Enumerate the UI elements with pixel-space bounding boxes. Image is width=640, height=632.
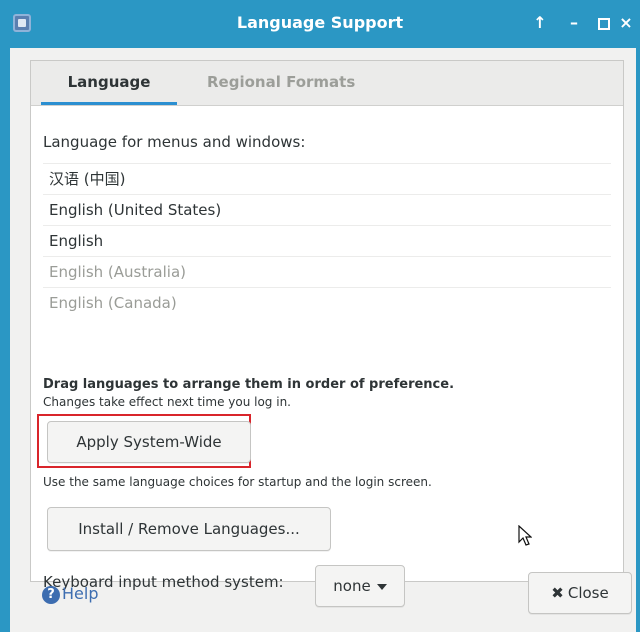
help-label: Help: [62, 584, 99, 603]
effect-hint: Changes take effect next time you log in…: [43, 395, 291, 409]
language-item[interactable]: 汉语 (中国): [43, 163, 611, 194]
mouse-pointer-icon: [518, 525, 532, 546]
close-icon: ✖: [551, 584, 564, 602]
tab-regional-formats[interactable]: Regional Formats: [207, 61, 355, 105]
close-button[interactable]: ✖ Close: [528, 572, 632, 614]
language-item[interactable]: English: [43, 225, 611, 256]
close-window-button[interactable]: ×: [614, 11, 638, 35]
keyboard-input-value: none: [333, 577, 371, 595]
window-frame-left: [0, 48, 10, 632]
keep-above-button[interactable]: ↑: [528, 11, 552, 35]
language-item[interactable]: English (United States): [43, 194, 611, 225]
keyboard-input-dropdown[interactable]: none: [315, 565, 405, 607]
close-label: Close: [567, 584, 609, 602]
chevron-down-icon: [376, 583, 387, 590]
language-item[interactable]: English (Australia): [43, 256, 611, 287]
tab-bar: Language Regional Formats: [31, 61, 623, 106]
maximize-button[interactable]: [592, 11, 616, 35]
install-remove-languages-button[interactable]: Install / Remove Languages...: [47, 507, 331, 551]
help-icon: ?: [42, 585, 60, 604]
apply-system-wide-button[interactable]: Apply System-Wide: [47, 421, 251, 463]
tab-language[interactable]: Language: [41, 61, 177, 105]
title-bar: Language Support ↑ – ×: [0, 0, 640, 48]
window-frame-right: [636, 48, 640, 632]
apply-note: Use the same language choices for startu…: [43, 475, 432, 489]
dialog-body: Language Regional Formats Language for m…: [10, 48, 636, 632]
help-button[interactable]: ? Help: [42, 584, 98, 604]
language-item[interactable]: English (Canada): [43, 287, 611, 318]
maximize-icon: [598, 18, 610, 30]
minimize-button[interactable]: –: [562, 11, 586, 35]
language-list[interactable]: 汉语 (中国) English (United States) English …: [43, 163, 611, 318]
drag-hint: Drag languages to arrange them in order …: [43, 377, 455, 392]
notebook: Language Regional Formats Language for m…: [30, 60, 624, 607]
language-list-heading: Language for menus and windows:: [43, 133, 306, 151]
